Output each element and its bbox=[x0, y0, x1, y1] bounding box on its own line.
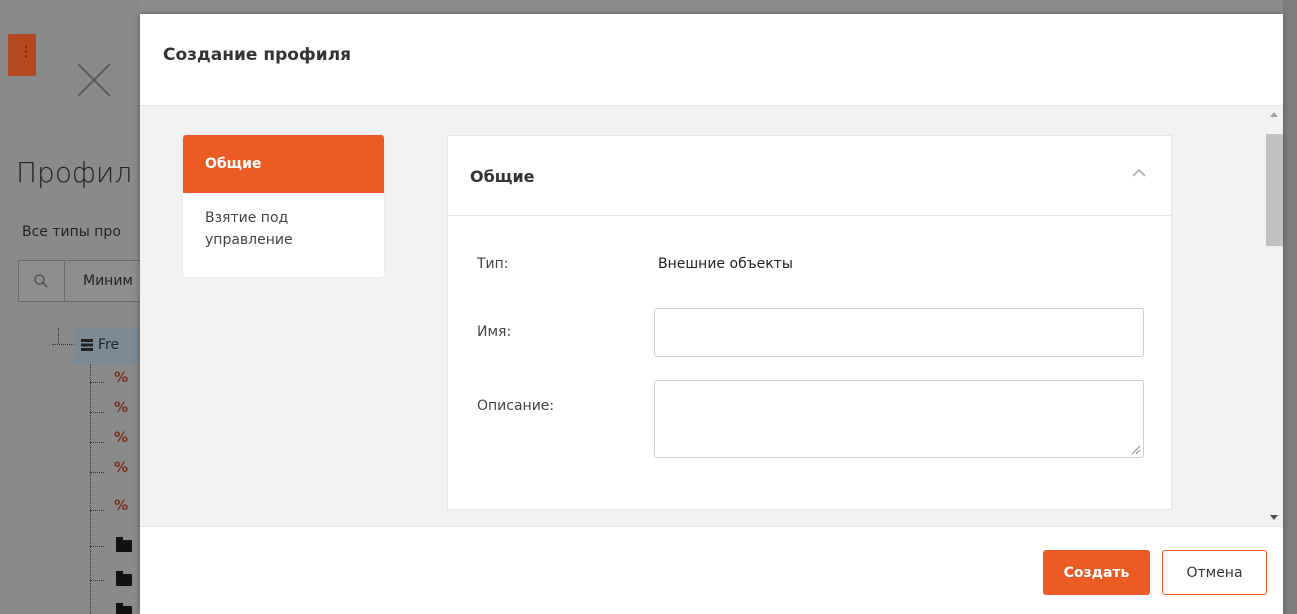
folder-icon bbox=[116, 571, 132, 586]
description-label: Описание: bbox=[477, 398, 555, 414]
background-page-title: Профил bbox=[16, 156, 133, 189]
folder-icon bbox=[116, 537, 132, 552]
close-icon bbox=[77, 63, 111, 97]
panel-title: Общие bbox=[470, 167, 535, 186]
type-label: Тип: bbox=[477, 256, 509, 272]
background-right-strip bbox=[1283, 0, 1297, 614]
background-search: Миним bbox=[18, 260, 140, 302]
link-icon: % bbox=[114, 430, 129, 446]
dialog-footer: Создать Отмена bbox=[140, 526, 1283, 614]
scroll-down-icon[interactable] bbox=[1270, 515, 1278, 520]
name-label: Имя: bbox=[477, 324, 512, 340]
create-button[interactable]: Создать bbox=[1043, 550, 1150, 595]
link-icon: % bbox=[114, 498, 129, 514]
nav-item-take-control[interactable]: Взятие под управление bbox=[183, 193, 384, 277]
background-filter: Все типы про bbox=[22, 224, 121, 240]
link-icon: % bbox=[114, 400, 129, 416]
folder-icon bbox=[116, 603, 132, 614]
background-app: ⋮ Профил Все типы про Миним Fre % % % % … bbox=[0, 0, 140, 614]
nav-item-general[interactable]: Общие bbox=[183, 135, 384, 193]
resize-handle-icon[interactable] bbox=[1131, 445, 1141, 455]
menu-icon: ⋮ bbox=[19, 44, 33, 60]
tree-root-label: Fre bbox=[98, 337, 120, 353]
dialog-title: Создание профиля bbox=[163, 45, 352, 65]
vertical-scrollbar[interactable] bbox=[1266, 106, 1283, 526]
server-icon bbox=[81, 339, 93, 351]
background-top-strip bbox=[140, 0, 1283, 14]
panel-header[interactable]: Общие bbox=[448, 136, 1171, 216]
general-panel: Общие Тип: Внешние объекты Имя: Описание… bbox=[447, 135, 1172, 510]
scroll-thumb[interactable] bbox=[1266, 134, 1283, 246]
menu-button: ⋮ bbox=[8, 34, 36, 76]
link-icon: % bbox=[114, 460, 129, 476]
chevron-up-icon[interactable] bbox=[1131, 166, 1147, 178]
cancel-button[interactable]: Отмена bbox=[1162, 550, 1267, 595]
dialog-header: Создание профиля bbox=[140, 14, 1283, 106]
search-icon bbox=[19, 261, 65, 301]
description-textarea[interactable] bbox=[654, 380, 1144, 458]
section-nav: Общие Взятие под управление bbox=[183, 135, 384, 277]
name-input[interactable] bbox=[654, 308, 1144, 357]
type-value: Внешние объекты bbox=[658, 256, 793, 272]
link-icon: % bbox=[114, 370, 129, 386]
tree-root-node: Fre bbox=[74, 328, 140, 364]
scroll-up-icon[interactable] bbox=[1270, 112, 1278, 117]
dialog-body: Общие Взятие под управление Общие Тип: В… bbox=[140, 106, 1283, 526]
background-search-text: Миним bbox=[83, 273, 133, 289]
create-profile-dialog: Создание профиля Общие Взятие под управл… bbox=[140, 14, 1283, 614]
